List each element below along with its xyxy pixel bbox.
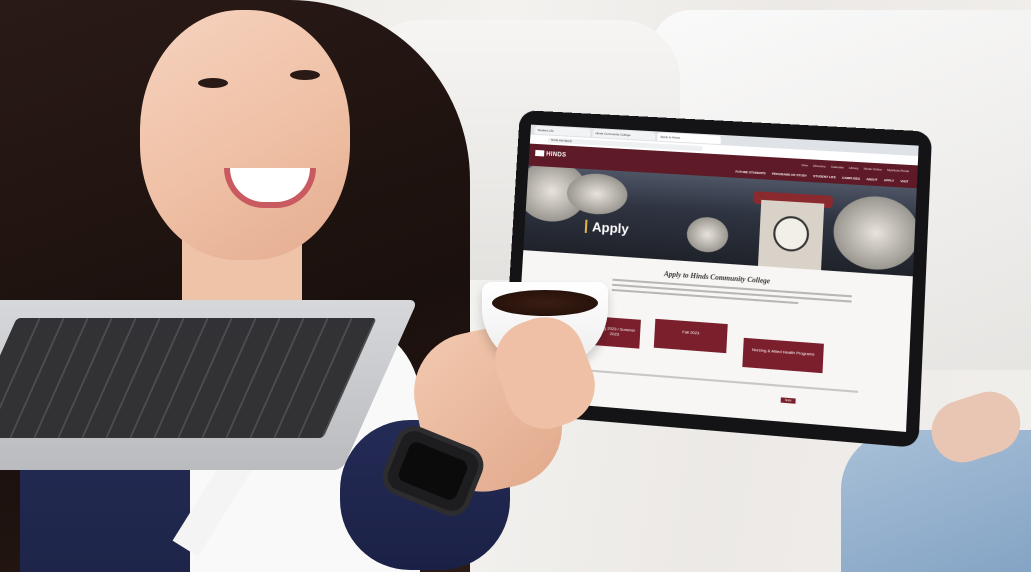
nav-item[interactable]: CAMPUSES bbox=[842, 176, 860, 181]
blossom-tree bbox=[831, 193, 917, 273]
nav-item[interactable]: ABOUT bbox=[866, 177, 878, 182]
utility-link[interactable]: Library bbox=[849, 166, 859, 171]
utility-link[interactable]: Hinds Online bbox=[864, 167, 882, 172]
utility-link[interactable]: MyHinds Portal bbox=[887, 168, 909, 173]
site-logo[interactable]: HINDS bbox=[535, 149, 567, 159]
apply-card-nursing[interactable]: Nursing & Allied Health Programs bbox=[742, 337, 824, 374]
utility-link[interactable]: Directory bbox=[813, 164, 826, 169]
utility-nav: Give Directory Calendar Library Hinds On… bbox=[797, 163, 909, 173]
footnote-line bbox=[586, 369, 859, 393]
nav-item[interactable]: VISIT bbox=[900, 179, 908, 184]
nav-item[interactable]: STUDENT LIFE bbox=[813, 174, 836, 179]
utility-link[interactable]: Give bbox=[801, 163, 808, 167]
keyboard bbox=[0, 318, 377, 438]
small-apply-button[interactable]: Apply bbox=[780, 397, 796, 404]
photo-scene: Student Life Hinds Community College App… bbox=[0, 0, 1031, 572]
coffee bbox=[492, 290, 598, 316]
nav-item[interactable]: FUTURE STUDENTS bbox=[735, 170, 766, 176]
blossom-tree bbox=[685, 215, 730, 254]
watch-face bbox=[396, 439, 470, 503]
logo-text: HINDS bbox=[545, 151, 567, 159]
right-eye bbox=[290, 70, 320, 80]
left-eye bbox=[198, 78, 228, 88]
logo-mark-icon bbox=[535, 149, 545, 157]
smiling-face bbox=[140, 10, 350, 260]
nav-item[interactable]: PROGRAMS OF STUDY bbox=[772, 172, 807, 178]
nav-item[interactable]: APPLY bbox=[884, 178, 895, 183]
apply-card-fall[interactable]: Fall 2023 bbox=[653, 318, 728, 354]
page-title: Apply bbox=[584, 219, 629, 237]
utility-link[interactable]: Calendar bbox=[831, 165, 844, 170]
